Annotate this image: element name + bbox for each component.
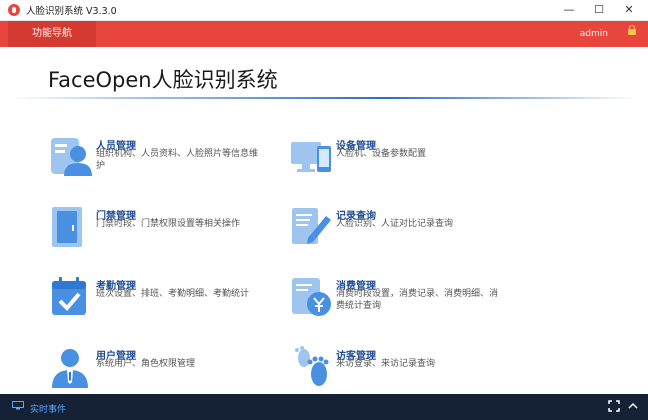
monitor-phone-icon <box>291 142 331 172</box>
door-icon <box>52 207 82 247</box>
module-attendance[interactable]: 考勤管理 班次设置、排班、考勤明细、考勤统计 <box>50 276 270 328</box>
module-users[interactable]: 用户管理 系统用户、角色权限管理 <box>50 346 270 398</box>
module-access-control[interactable]: 门禁管理 门禁时段、门禁权限设置等相关操作 <box>50 206 270 258</box>
tab-function-navigation[interactable]: 功能导航 <box>8 21 96 47</box>
navigation-bar: 功能导航 admin <box>0 21 648 47</box>
document-pen-icon <box>292 208 331 244</box>
minimize-button[interactable]: — <box>554 0 584 20</box>
module-description: 门禁时段、门禁权限设置等相关操作 <box>96 219 241 229</box>
module-consumption[interactable]: 消费管理 消费时段设置，消费记录、消费明细、消费统计查询 <box>290 276 510 328</box>
module-description: 人脸识别、人证对比记录查询 <box>336 219 454 229</box>
module-device[interactable]: 设备管理 人脸机、设备参数配置 <box>290 136 510 188</box>
chevron-up-icon[interactable] <box>628 399 638 413</box>
maximize-button[interactable]: ☐ <box>584 0 614 20</box>
window-titlebar: 人脸识别系统 V3.3.0 — ☐ ✕ <box>0 0 648 21</box>
module-description: 组织机构、人员资料、人脸照片等信息维护 <box>96 149 259 171</box>
module-personnel[interactable]: 人员管理 组织机构、人员资料、人脸照片等信息维护 <box>50 136 270 188</box>
calendar-check-icon <box>52 277 86 315</box>
page-title: FaceOpen人脸识别系统 <box>48 68 278 92</box>
module-description: 系统用户、角色权限管理 <box>96 359 196 369</box>
footprint-icon <box>295 346 329 386</box>
user-tie-icon <box>52 349 88 388</box>
realtime-events-link[interactable]: 实时事件 <box>30 402 66 415</box>
module-visitors[interactable]: 访客管理 来访登录、来访记录查询 <box>290 346 510 398</box>
status-bar: 实时事件 <box>0 394 648 420</box>
current-user[interactable]: admin <box>580 21 608 47</box>
module-description: 来访登录、来访记录查询 <box>336 359 436 369</box>
person-card-icon <box>51 138 92 176</box>
module-description: 消费时段设置，消费记录、消费明细、消费统计查询 <box>336 289 499 311</box>
app-logo-icon <box>8 4 20 16</box>
header-divider <box>10 97 636 99</box>
window-title: 人脸识别系统 V3.3.0 <box>26 6 117 17</box>
receipt-yen-icon <box>292 278 331 316</box>
fullscreen-icon[interactable] <box>608 400 620 412</box>
module-description: 班次设置、排班、考勤明细、考勤统计 <box>96 289 250 299</box>
close-button[interactable]: ✕ <box>614 0 644 20</box>
module-records[interactable]: 记录查询 人脸识别、人证对比记录查询 <box>290 206 510 258</box>
module-description: 人脸机、设备参数配置 <box>336 149 427 159</box>
lock-icon[interactable] <box>628 25 636 35</box>
monitor-icon[interactable] <box>12 401 24 410</box>
